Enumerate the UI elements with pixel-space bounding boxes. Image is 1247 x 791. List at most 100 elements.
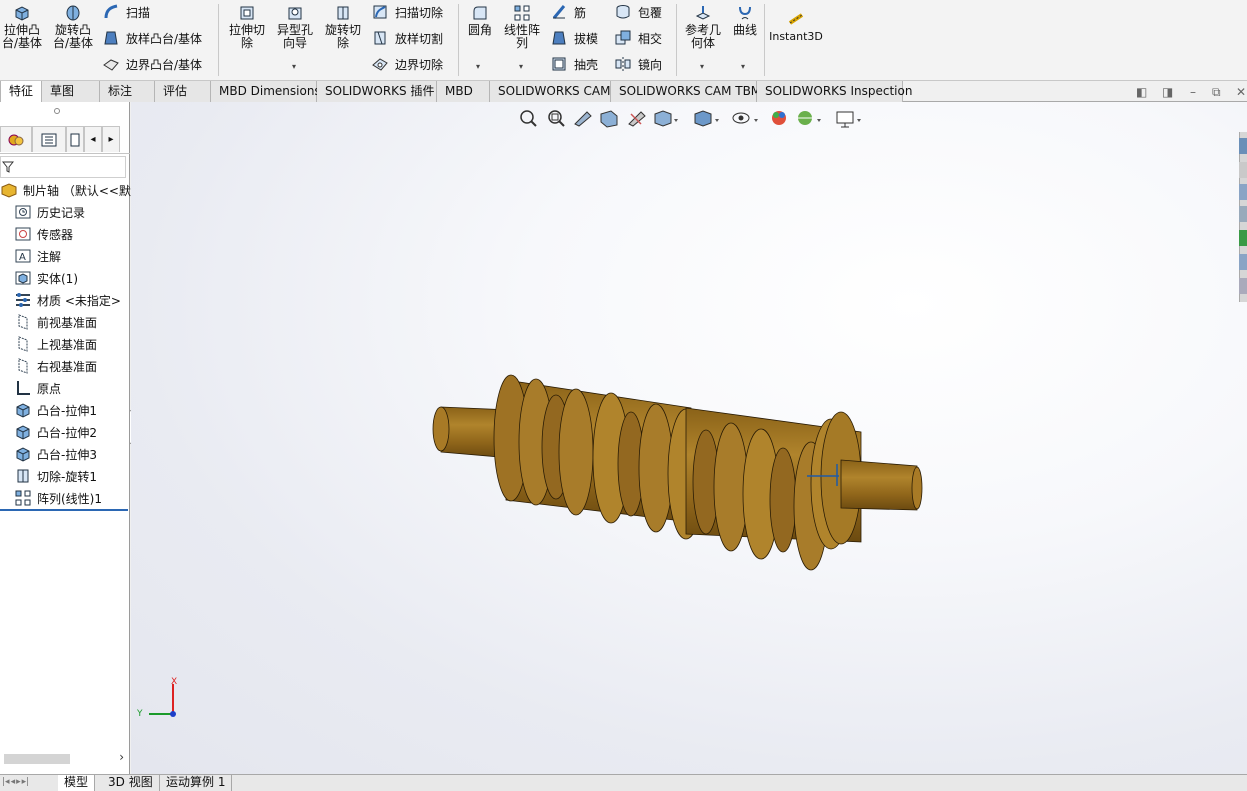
linear-pattern-dropdown-icon[interactable]: ▾ [519, 62, 523, 71]
fillet-dropdown-icon[interactable]: ▾ [476, 62, 480, 71]
loft-cut-button[interactable]: 放样切割 [371, 27, 443, 49]
next-tab-icon[interactable]: ▸ [16, 777, 21, 789]
graphics-area[interactable]: X Y [131, 102, 1247, 774]
rollback-bar[interactable] [0, 509, 128, 511]
extrude-boss-button[interactable]: 拉伸凸 台/基体 [0, 4, 44, 50]
tree-item-label: 传感器 [37, 227, 74, 242]
prev-tab-icon[interactable]: ◂ [11, 777, 16, 789]
tree-item-label: 原点 [37, 381, 62, 396]
view-palette-icon[interactable] [1239, 206, 1247, 222]
command-manager-tabs: 特征 草图 标注 评估 MBD Dimensions SOLIDWORKS 插件… [0, 80, 1247, 103]
tree-horizontal-scrollbar[interactable]: › [0, 750, 128, 768]
boundary-cut-button[interactable]: 边界切除 [371, 53, 443, 75]
tab-3d-views[interactable]: 3D 视图 [102, 775, 160, 791]
tree-filter[interactable] [0, 156, 126, 178]
extrude-cut-button[interactable]: 拉伸切 除 [226, 4, 268, 50]
tree-item-origin[interactable]: 原点 [14, 377, 61, 399]
last-tab-icon[interactable]: ▸| [22, 777, 30, 789]
boundary-boss-button[interactable]: 边界凸台/基体 [102, 53, 202, 75]
hole-wizard-label: 异型孔 向导 [276, 23, 313, 50]
ribbon-separator [458, 4, 459, 76]
scroll-right-button[interactable]: ▸ [102, 126, 120, 152]
tree-item-sensors[interactable]: 传感器 [14, 223, 73, 245]
fillet-button[interactable]: 圆角 [464, 4, 496, 37]
tab-model[interactable]: 模型 [58, 775, 96, 791]
tab-sketch[interactable]: 草图 [42, 81, 100, 102]
draft-label: 拔模 [574, 31, 599, 46]
tree-item-boss-extrude2[interactable]: 凸台-拉伸2 [14, 421, 97, 443]
wrap-icon [616, 5, 630, 19]
property-manager-tab[interactable] [32, 126, 66, 152]
curves-button[interactable]: 曲线 [730, 4, 760, 37]
tree-item-material[interactable]: 材质 <未指定> [14, 289, 121, 311]
minimize-icon[interactable]: – [1190, 85, 1196, 99]
scroll-right-icon: ▸ [108, 134, 114, 145]
tab-solidworks-cam[interactable]: SOLIDWORKS CAM [490, 81, 611, 102]
tab-markup[interactable]: 标注 [100, 81, 155, 102]
tab-features[interactable]: 特征 [0, 81, 42, 103]
revolve-cut-button[interactable]: 旋转切 除 [322, 4, 364, 50]
file-explorer-icon[interactable] [1239, 184, 1247, 200]
mirror-button[interactable]: 镜向 [614, 53, 662, 75]
draft-button[interactable]: 拔模 [550, 27, 598, 49]
custom-properties-icon[interactable] [1239, 254, 1247, 270]
reference-geometry-button[interactable]: 参考几 何体 [682, 4, 724, 50]
scroll-left-button[interactable]: ◂ [84, 126, 102, 152]
sweep-icon [104, 4, 118, 19]
tab-mbd[interactable]: MBD [437, 81, 490, 102]
tab-evaluate[interactable]: 评估 [155, 81, 211, 102]
linear-pattern-button[interactable]: 线性阵 列 [500, 4, 544, 50]
tab-solidworks-cam-tbm[interactable]: SOLIDWORKS CAM TBM [611, 81, 761, 102]
tree-item-history[interactable]: 历史记录 [14, 201, 85, 223]
hole-wizard-button[interactable]: 异型孔 向导 [274, 4, 316, 50]
plane-icon [18, 314, 28, 330]
tree-item-solid-bodies[interactable]: 实体(1) [14, 267, 78, 289]
intersect-button[interactable]: 相交 [614, 27, 662, 49]
revolve-cut-label: 旋转切 除 [324, 23, 361, 50]
first-tab-icon[interactable]: |◂ [2, 777, 10, 789]
wrap-button[interactable]: 包覆 [614, 1, 662, 23]
tree-item-boss-extrude1[interactable]: 凸台-拉伸1 [14, 399, 97, 421]
reference-geometry-dropdown-icon[interactable]: ▾ [700, 62, 704, 71]
tree-item-linear-pattern1[interactable]: 阵列(线性)1 [14, 487, 102, 509]
panel-grip-icon[interactable] [54, 108, 60, 114]
shell-button[interactable]: 抽壳 [550, 53, 598, 75]
tree-item-boss-extrude3[interactable]: 凸台-拉伸3 [14, 443, 97, 465]
sweep-button[interactable]: 扫描 [102, 1, 150, 23]
tree-item-cut-revolve1[interactable]: 切除-旋转1 [14, 465, 97, 487]
hole-wizard-dropdown-icon[interactable]: ▾ [292, 62, 296, 71]
tree-item-front-plane[interactable]: 前视基准面 [14, 311, 97, 333]
curves-dropdown-icon[interactable]: ▾ [741, 62, 745, 71]
tree-item-label: 材质 <未指定> [37, 293, 121, 308]
rib-button[interactable]: 筋 [550, 1, 586, 23]
design-library-icon[interactable] [1239, 162, 1247, 178]
forum-icon[interactable] [1239, 278, 1247, 294]
tile-left-icon[interactable]: ◧ [1136, 85, 1147, 99]
tab-motion-study[interactable]: 运动算例 1 [160, 775, 233, 791]
scrollbar-thumb[interactable] [4, 754, 70, 764]
restore-icon[interactable]: ⧉ [1212, 85, 1221, 100]
solidworks-resources-icon[interactable] [1239, 138, 1247, 154]
tree-root-part[interactable]: 制片轴 （默认<<默认 [0, 179, 143, 201]
tab-solidworks-inspection[interactable]: SOLIDWORKS Inspection [757, 81, 912, 102]
close-icon[interactable]: ✕ [1236, 85, 1246, 99]
loft-boss-button[interactable]: 放样凸台/基体 [102, 27, 202, 49]
shell-label: 抽壳 [574, 57, 599, 72]
revolve-boss-icon [66, 5, 80, 21]
tree-item-top-plane[interactable]: 上视基准面 [14, 333, 97, 355]
tile-right-icon[interactable]: ◨ [1162, 85, 1173, 99]
ribbon-separator [676, 4, 677, 76]
sweep-cut-button[interactable]: 扫描切除 [371, 1, 443, 23]
tree-item-label: 历史记录 [37, 205, 86, 220]
configuration-manager-tab[interactable] [66, 126, 84, 152]
feature-manager-tab[interactable] [0, 126, 32, 152]
shaft-part-model[interactable] [131, 102, 1239, 774]
appearances-icon[interactable] [1239, 230, 1247, 246]
instant3d-button[interactable]: Instant3D [768, 10, 824, 43]
tab-mbd-dimensions[interactable]: MBD Dimensions [211, 81, 321, 102]
scroll-right-arrow-icon[interactable]: › [119, 750, 124, 764]
tree-item-annotations[interactable]: A 注解 [14, 245, 61, 267]
tree-item-right-plane[interactable]: 右视基准面 [14, 355, 97, 377]
tab-solidworks-addins[interactable]: SOLIDWORKS 插件 [317, 81, 437, 102]
revolve-boss-button[interactable]: 旋转凸 台/基体 [50, 4, 96, 50]
